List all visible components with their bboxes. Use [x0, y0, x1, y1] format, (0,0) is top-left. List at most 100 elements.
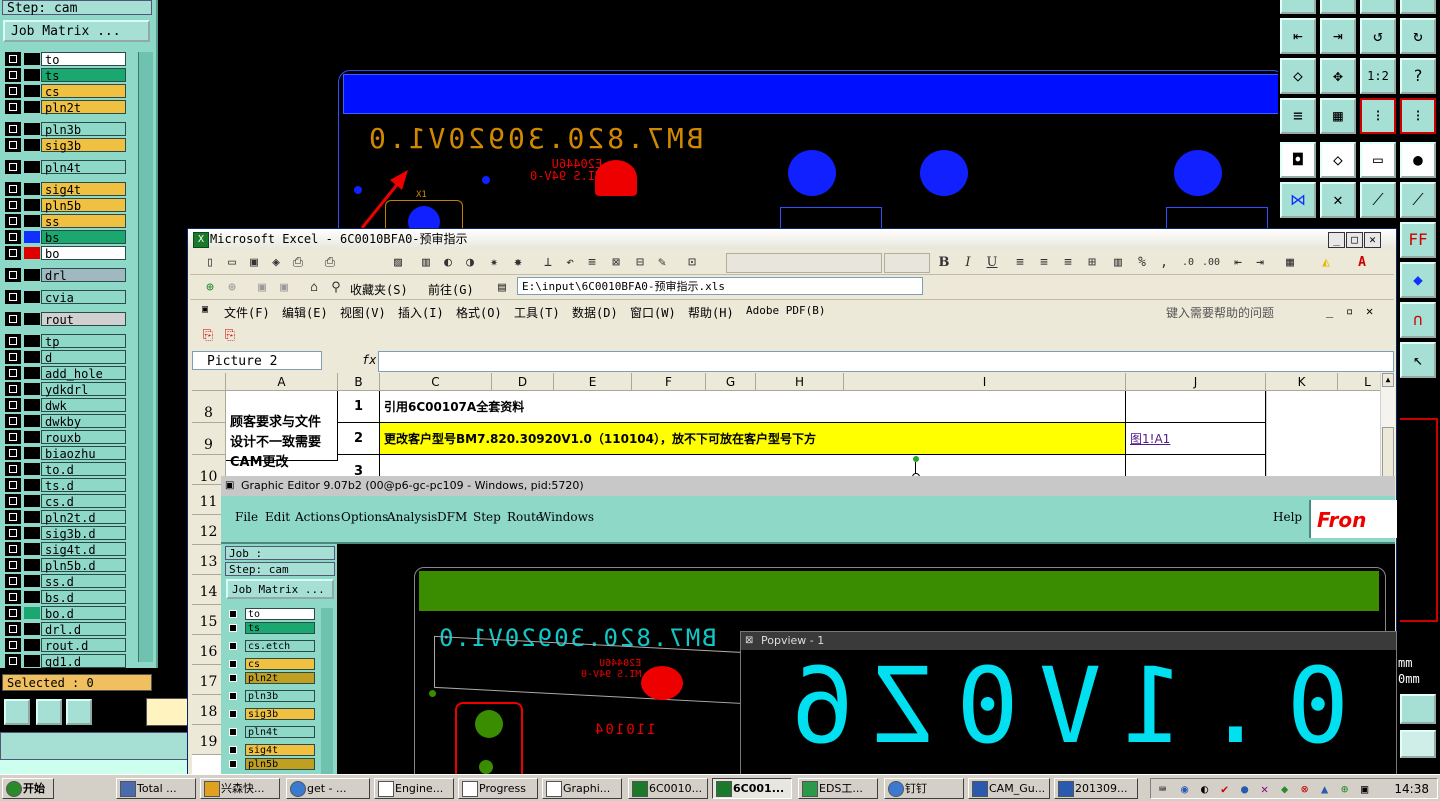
format-picture-icon[interactable]: ⊟ [632, 255, 648, 271]
ge-layer-row[interactable]: pln3b [229, 690, 319, 702]
layer-color-swatch[interactable] [24, 447, 40, 459]
cell-b9[interactable]: 2 [338, 423, 380, 455]
close-button[interactable]: ✕ [1364, 232, 1381, 248]
ge-layer-name[interactable]: to [245, 608, 315, 620]
reset-picture-icon[interactable]: ⊡ [684, 255, 700, 271]
layer-row[interactable]: rout [4, 312, 126, 327]
layer-color-swatch[interactable] [24, 101, 40, 113]
measure-icon[interactable] [36, 699, 62, 725]
ff-icon[interactable]: FF [1400, 222, 1436, 258]
crop-icon[interactable]: ⊥ [540, 255, 556, 271]
net-icon[interactable]: ⋈ [1280, 182, 1316, 218]
layer-name[interactable]: pln5b.d [41, 558, 126, 573]
layer-color-swatch[interactable] [24, 495, 40, 507]
open-icon[interactable]: ▭ [224, 255, 240, 271]
ge-layer-row[interactable]: to [229, 608, 319, 620]
column-header[interactable]: J [1126, 373, 1266, 391]
ge-menu-analysis[interactable]: Analysis [387, 510, 437, 524]
merge-icon[interactable]: ⊞ [1084, 255, 1100, 271]
zoom-fit-icon[interactable]: ◇ [1280, 58, 1316, 94]
menu-format[interactable]: 格式(O) [456, 304, 502, 321]
layer-name[interactable]: dwkby [41, 414, 126, 429]
ge-layer-checkbox[interactable] [229, 746, 237, 754]
toolbar-button[interactable] [1400, 0, 1436, 14]
network-icon[interactable]: ◉ [1181, 782, 1188, 796]
layer-color-swatch[interactable] [24, 123, 40, 135]
route-icon[interactable]: ⟋ [1360, 182, 1396, 218]
layer-name[interactable]: pln5b [41, 198, 126, 213]
layer-row[interactable]: bo [4, 246, 126, 261]
ge-layer-name[interactable]: ts [245, 622, 315, 634]
ge-layer-row[interactable]: cs [229, 658, 319, 670]
layer-row[interactable]: tp [4, 334, 126, 349]
layer-color-swatch[interactable] [24, 607, 40, 619]
home-icon[interactable]: ⌂ [306, 280, 322, 296]
layer-checkbox[interactable] [5, 182, 21, 196]
layer-name[interactable]: sig3b [41, 138, 126, 153]
layer-scrollbar[interactable] [138, 52, 153, 662]
task-button[interactable]: 钉钉 [884, 778, 964, 799]
layer-row[interactable]: sig4t [4, 182, 126, 197]
ge-layer-row[interactable]: cs.etch [229, 640, 319, 652]
layer-color-swatch[interactable] [24, 269, 40, 281]
italic-icon[interactable]: I [960, 255, 976, 271]
layer-row[interactable]: rout.d [4, 638, 126, 653]
layer-row[interactable]: cs [4, 84, 126, 99]
ge-menu-file[interactable]: File [235, 510, 258, 524]
layer-row[interactable]: ts [4, 68, 126, 83]
scroll-thumb[interactable] [1382, 427, 1394, 477]
bar-chart-icon[interactable]: ▥ [418, 255, 434, 271]
grid-icon[interactable] [66, 699, 92, 725]
align-left-icon[interactable]: ≡ [1012, 255, 1028, 271]
toolbar-button[interactable] [1320, 0, 1356, 14]
layer-color-swatch[interactable] [24, 247, 40, 259]
excel-title-bar[interactable]: X Microsoft Excel - 6C0010BFA0-预审指示 _ □ … [188, 229, 1396, 249]
comma-icon[interactable]: , [1156, 255, 1172, 271]
layer-color-swatch[interactable] [24, 53, 40, 65]
layer-row[interactable]: add_hole [4, 366, 126, 381]
layer-checkbox[interactable] [5, 462, 21, 476]
align-center-icon[interactable]: ≡ [1036, 255, 1052, 271]
ge-layer-name[interactable]: cs.etch [245, 640, 315, 652]
task-button[interactable]: Total ... [116, 778, 196, 799]
layer-color-swatch[interactable] [24, 591, 40, 603]
task-button[interactable]: Graphi... [542, 778, 622, 799]
layer-color-swatch[interactable] [24, 139, 40, 151]
layer-color-swatch[interactable] [24, 415, 40, 427]
toolbar-button[interactable]: ⇥ [1320, 18, 1356, 54]
layer-name[interactable]: drl [41, 268, 126, 283]
cell-a8[interactable]: 顾客要求与文件设计不一致需要CAM更改 [226, 391, 338, 470]
panel-button[interactable] [1400, 730, 1436, 758]
layer-checkbox[interactable] [5, 268, 21, 282]
ge-layer-checkbox[interactable] [229, 728, 237, 736]
route-icon[interactable]: ⟋ [1400, 182, 1436, 218]
layer-checkbox[interactable] [5, 622, 21, 636]
layer-row[interactable]: bs.d [4, 590, 126, 605]
underline-icon[interactable]: U [984, 255, 1000, 271]
align-right-icon[interactable]: ≡ [1060, 255, 1076, 271]
layer-row[interactable]: to.d [4, 462, 126, 477]
menu-view[interactable]: 视图(V) [340, 304, 386, 321]
ge-layer-checkbox[interactable] [229, 674, 237, 682]
layer-color-swatch[interactable] [24, 543, 40, 555]
print-icon[interactable]: ⎙ [290, 255, 306, 271]
ge-layer-row[interactable]: pln5b [229, 758, 319, 770]
layer-name[interactable]: pln4t [41, 160, 126, 175]
minimize-button[interactable]: _ [1328, 232, 1345, 248]
arch-icon[interactable]: ∩ [1400, 302, 1436, 338]
go-menu[interactable]: 前往(G) [428, 281, 474, 298]
fill-color-icon[interactable]: ◭ [1318, 255, 1334, 271]
column-header[interactable]: B [338, 373, 380, 391]
layer-checkbox[interactable] [5, 478, 21, 492]
clock[interactable]: 14:38 [1394, 782, 1429, 796]
layer-row[interactable]: dwkby [4, 414, 126, 429]
start-button[interactable]: 开始 [2, 778, 54, 799]
layer-name[interactable]: ydkdrl [41, 382, 126, 397]
cell-b8[interactable]: 1 [338, 391, 380, 423]
task-button[interactable]: CAM_Gu... [968, 778, 1050, 799]
zoom-1to2-icon[interactable]: 1:2 [1360, 58, 1396, 94]
layer-checkbox[interactable] [5, 558, 21, 572]
forward-icon[interactable]: ⊕ [224, 280, 240, 296]
task-button-active[interactable]: 6C001... [712, 778, 792, 799]
permission-icon[interactable]: ◈ [268, 255, 284, 271]
